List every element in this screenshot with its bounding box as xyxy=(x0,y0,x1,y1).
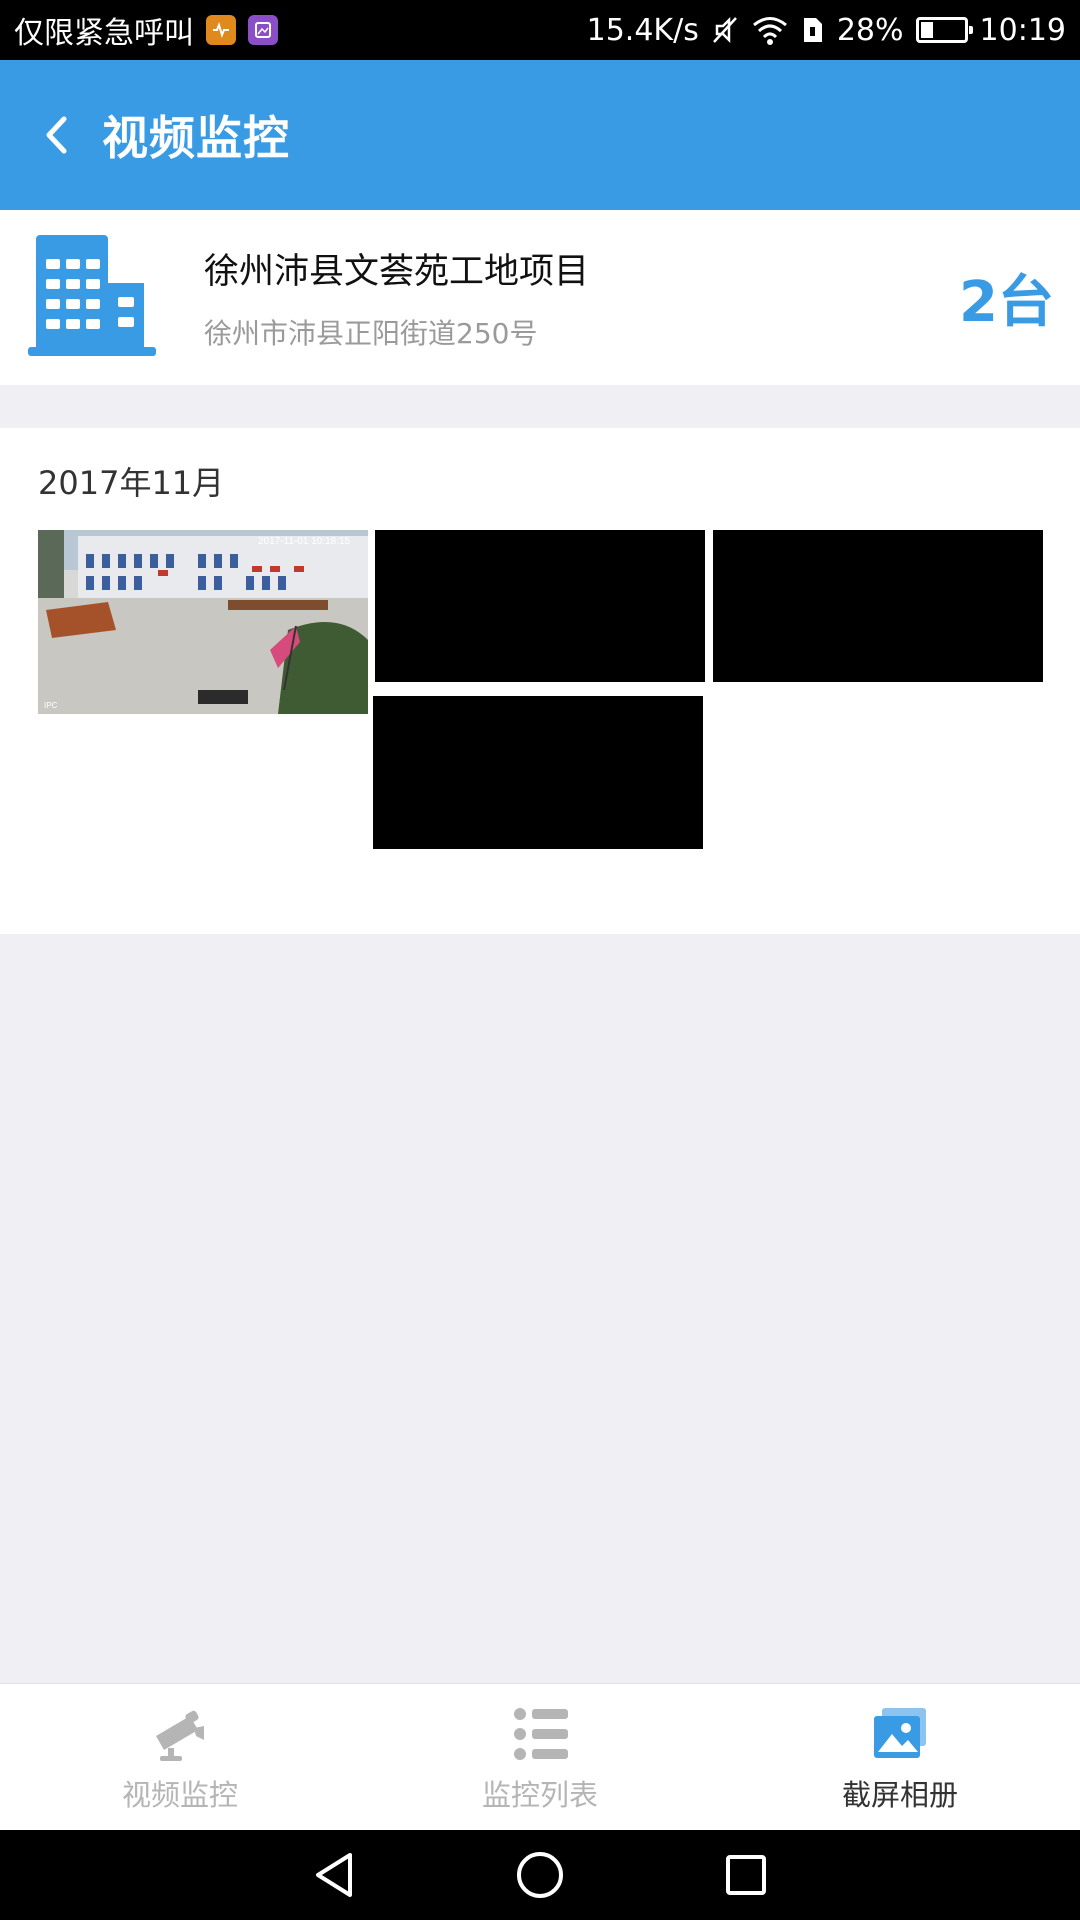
system-recents-button[interactable] xyxy=(718,1847,774,1903)
building-icon xyxy=(28,235,156,356)
square-recents-icon xyxy=(726,1855,766,1895)
tab-screenshot-album[interactable]: 截屏相册 xyxy=(720,1684,1080,1830)
screenshot-album: 2017年11月 2017-11-01 10:18:15 IPC xyxy=(0,428,1080,934)
surveillance-snapshot-image: 2017-11-01 10:18:15 IPC xyxy=(38,530,368,714)
gallery-app-icon xyxy=(248,15,278,45)
bottom-nav: 视频监控 监控列表 截屏相册 xyxy=(0,1683,1080,1830)
project-info: 徐州沛县文荟苑工地项目 徐州市沛县正阳街道250号 xyxy=(204,243,959,352)
app-header: 视频监控 xyxy=(0,60,1080,210)
chevron-left-icon xyxy=(46,116,67,154)
album-date-header: 2017年11月 xyxy=(38,464,225,502)
status-left: 仅限紧急呼叫 xyxy=(14,8,278,52)
status-right: 15.4K/s 28% 10:19 xyxy=(587,13,1066,48)
mute-icon xyxy=(711,15,739,45)
page-title: 视频监控 xyxy=(102,111,290,165)
network-speed: 15.4K/s xyxy=(586,12,699,48)
project-name: 徐州沛县文荟苑工地项目 xyxy=(204,252,590,292)
screenshot-thumbnail[interactable]: 2017-11-01 10:18:15 IPC xyxy=(38,530,368,714)
camera-icon xyxy=(156,1710,204,1761)
wifi-icon xyxy=(751,15,789,45)
tab-label: 视频监控 xyxy=(121,1778,238,1812)
project-card[interactable]: 徐州沛县文荟苑工地项目 徐州市沛县正阳街道250号 2台 xyxy=(0,210,1080,385)
list-icon xyxy=(514,1708,568,1760)
system-home-button[interactable] xyxy=(512,1847,568,1903)
triangle-back-icon xyxy=(316,1853,352,1897)
back-button[interactable] xyxy=(36,105,76,165)
thumbnail-grid: 2017-11-01 10:18:15 IPC xyxy=(38,530,1043,860)
album-icon xyxy=(874,1708,926,1758)
sim-icon xyxy=(801,15,825,45)
system-nav-bar xyxy=(0,1830,1080,1920)
snapshot-camera-label: IPC xyxy=(44,701,58,710)
tab-monitor-list[interactable]: 监控列表 xyxy=(360,1684,720,1830)
battery-icon xyxy=(915,17,973,43)
status-bar: 仅限紧急呼叫 15.4K/s 28% 10:19 xyxy=(0,0,1080,60)
health-app-icon xyxy=(206,15,236,45)
project-address: 徐州市沛县正阳街道250号 xyxy=(204,317,538,350)
screenshot-thumbnail[interactable] xyxy=(375,530,705,682)
circle-home-icon xyxy=(517,1852,563,1898)
tab-label: 监控列表 xyxy=(481,1778,598,1812)
carrier-text: 仅限紧急呼叫 xyxy=(14,16,194,51)
snapshot-timestamp: 2017-11-01 10:18:15 xyxy=(258,536,351,547)
screenshot-thumbnail[interactable] xyxy=(713,530,1043,682)
tab-video-monitor[interactable]: 视频监控 xyxy=(0,1684,360,1830)
screenshot-thumbnail[interactable] xyxy=(373,696,703,849)
system-back-button[interactable] xyxy=(306,1847,362,1903)
device-count: 2台 xyxy=(959,270,1054,335)
tab-label: 截屏相册 xyxy=(841,1778,958,1812)
clock: 10:19 xyxy=(979,12,1066,48)
battery-percent: 28% xyxy=(836,12,904,48)
